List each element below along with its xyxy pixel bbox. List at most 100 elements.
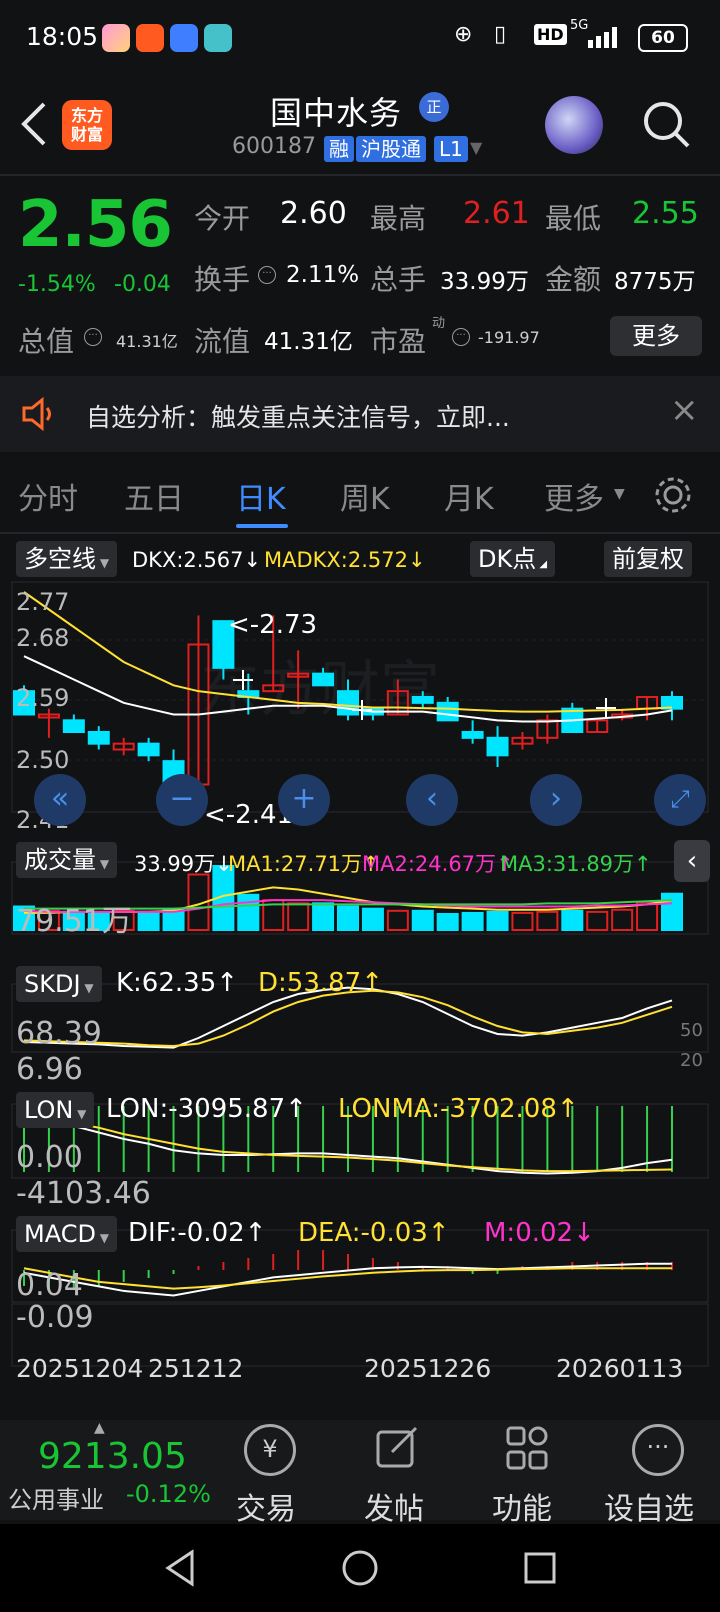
candle-body: [312, 672, 335, 687]
trade-icon[interactable]: ¥: [244, 1424, 296, 1476]
nav-home-icon[interactable]: [340, 1548, 380, 1588]
lon-name: LON: [24, 1096, 74, 1124]
volume-bar: [237, 893, 260, 931]
skdj-ref20: 20: [680, 1050, 703, 1071]
level-tag: L1: [434, 136, 468, 162]
macd-selector[interactable]: MACD ▼: [16, 1216, 117, 1252]
dk-point-button[interactable]: DK点 ◢: [470, 541, 556, 577]
volume-bar: [511, 911, 534, 931]
lon-selector[interactable]: LON ▼: [16, 1092, 95, 1128]
back-arrow-icon[interactable]: [14, 96, 54, 152]
volume-bar: [661, 892, 683, 932]
sector-index-value[interactable]: 9213.05: [38, 1436, 187, 1477]
nav-recents-icon[interactable]: [520, 1548, 560, 1588]
notice-bar[interactable]: 自选分析：触发重点关注信号，立即... ×: [0, 376, 720, 452]
battery-icon: 60: [638, 24, 688, 52]
hd-icon: HD: [534, 24, 567, 45]
zoom-in-button[interactable]: +: [278, 774, 330, 826]
active-tab-indicator: [236, 524, 288, 528]
post-button[interactable]: 发帖: [364, 1484, 424, 1528]
current-price: 2.56: [18, 188, 173, 262]
float-value: 41.31亿: [264, 329, 353, 355]
info-icon[interactable]: ···: [452, 328, 470, 346]
function-button[interactable]: 功能: [492, 1484, 552, 1528]
trade-button[interactable]: 交易: [236, 1484, 296, 1528]
signal-icon: [588, 27, 617, 48]
chat-app-icon: [204, 24, 232, 52]
pe-label: 市盈: [370, 325, 427, 358]
macd-dea-value: DEA:-0.03↑: [298, 1218, 450, 1248]
scroll-left-button[interactable]: ‹: [406, 774, 458, 826]
scroll-right-button[interactable]: ›: [530, 774, 582, 826]
collapse-panel-button[interactable]: ‹: [674, 840, 710, 882]
nav-back-icon[interactable]: [160, 1548, 200, 1588]
date-label: 20260113: [556, 1354, 684, 1383]
lon-axis-top: 0.00: [16, 1140, 83, 1175]
volume-bar: [386, 909, 409, 931]
settings-app-icon: [170, 24, 198, 52]
high-label: 最高: [370, 202, 427, 235]
add-watchlist-button[interactable]: 设自选: [604, 1484, 694, 1528]
chevron-up-icon[interactable]: ▲: [94, 1420, 105, 1436]
pe-value: -191.97: [478, 328, 540, 347]
volume-bar: [411, 909, 434, 931]
amount-value: 8775万: [614, 269, 696, 295]
tab-more[interactable]: 更多: [544, 474, 604, 518]
post-icon[interactable]: [374, 1424, 422, 1472]
date-label: 20251204: [16, 1354, 144, 1383]
zoom-out-button[interactable]: −: [156, 774, 208, 826]
turnover-value: 2.11%: [286, 262, 360, 288]
search-icon[interactable]: [640, 98, 694, 152]
volume-bar: [436, 913, 459, 931]
chevron-down-icon[interactable]: ▼: [614, 486, 625, 502]
volume-bar: [586, 910, 609, 932]
volume-bar: [312, 902, 335, 932]
volume-indicator-name: 成交量: [24, 846, 96, 874]
data-saver-icon: ⊕: [454, 22, 473, 47]
lon-value: LON:-3095.87↑: [106, 1094, 307, 1124]
tab-intraday[interactable]: 分时: [18, 474, 78, 518]
lonma-value: LONMA:-3702.08↑: [338, 1094, 579, 1124]
chevron-down-icon[interactable]: ▼: [470, 138, 482, 157]
change-amount: -0.04: [114, 272, 171, 297]
tab-weekly-k[interactable]: 周K: [340, 474, 390, 518]
close-icon[interactable]: ×: [670, 390, 699, 430]
speaker-icon: [22, 396, 51, 432]
news-app-icon: [136, 24, 164, 52]
gear-icon[interactable]: [652, 474, 694, 516]
assistant-robot-icon[interactable]: [545, 96, 603, 154]
scroll-left-fast-button[interactable]: «: [34, 774, 86, 826]
stock-name: 国中水务: [270, 94, 403, 132]
date-label: 251212: [148, 1354, 244, 1383]
dk-point-label: DK点: [478, 545, 537, 573]
sector-name[interactable]: 公用事业: [8, 1480, 104, 1515]
ma2-value: MA2:24.67万↑: [362, 852, 514, 876]
tab-monthly-k[interactable]: 月K: [444, 474, 494, 518]
more-dots-icon[interactable]: ···: [632, 1424, 684, 1476]
fullscreen-button[interactable]: ⤢: [654, 774, 706, 826]
low-value: 2.55: [632, 196, 699, 231]
indicator-selector[interactable]: 多空线 ▼: [16, 541, 118, 577]
tab-five-day[interactable]: 五日: [124, 474, 184, 518]
indicator-name: 多空线: [24, 545, 96, 573]
info-icon[interactable]: ···: [84, 328, 102, 346]
candle-body: [62, 719, 85, 733]
more-button[interactable]: 更多: [610, 316, 702, 356]
macd-m-value: M:0.02↓: [484, 1218, 595, 1248]
sector-change: -0.12%: [126, 1480, 211, 1508]
candle-body: [411, 696, 434, 704]
info-icon[interactable]: ···: [258, 266, 276, 284]
adjust-button[interactable]: 前复权: [604, 541, 692, 577]
skdj-d-line: [23, 989, 673, 1048]
date-label: 20251226: [364, 1354, 492, 1383]
tab-daily-k[interactable]: 日K: [236, 474, 286, 518]
volume-indicator-selector[interactable]: 成交量 ▼: [16, 842, 118, 878]
header-divider: [0, 174, 720, 176]
macd-axis-bottom: -0.09: [16, 1300, 94, 1335]
change-percent: -1.54%: [18, 272, 96, 297]
eastmoney-logo: 东方 财富: [62, 100, 112, 150]
function-grid-icon[interactable]: [504, 1424, 552, 1472]
price-tick: 2.59: [16, 684, 70, 712]
lon-axis-bottom: -4103.46: [16, 1176, 151, 1211]
skdj-selector[interactable]: SKDJ ▼: [16, 966, 102, 1002]
